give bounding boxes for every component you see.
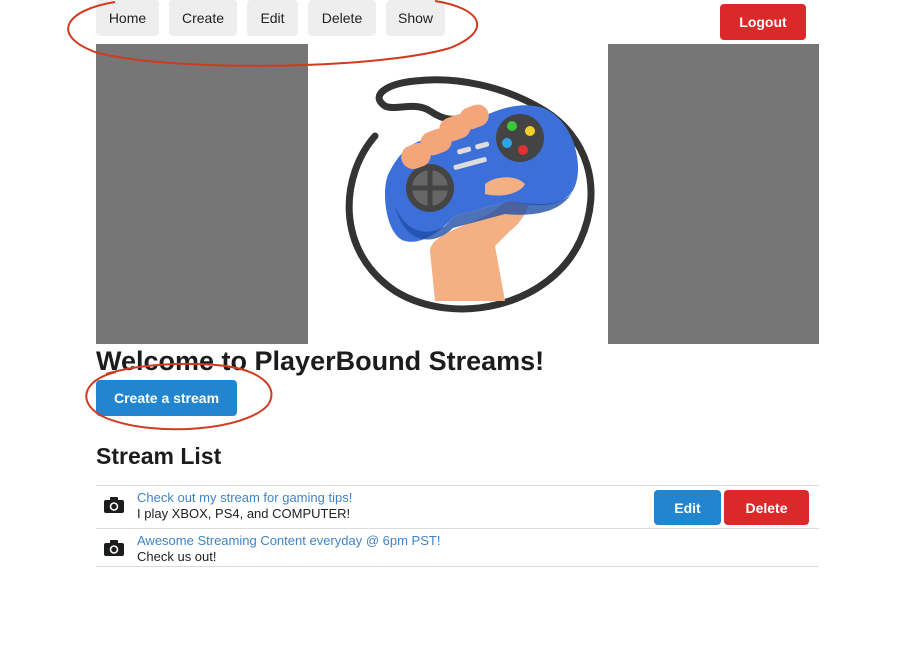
page-title: Welcome to PlayerBound Streams! xyxy=(96,346,545,376)
stream-list: Check out my stream for gaming tips! I p… xyxy=(96,485,819,567)
left-image-placeholder xyxy=(96,44,308,344)
stream-delete-button[interactable]: Delete xyxy=(724,490,809,525)
camera-icon xyxy=(104,540,124,556)
nav-create-button[interactable]: Create xyxy=(169,0,237,36)
stream-list-item: Check out my stream for gaming tips! I p… xyxy=(96,485,819,528)
nav-show-button[interactable]: Show xyxy=(386,0,445,36)
camera-icon xyxy=(104,497,124,513)
nav-edit-button[interactable]: Edit xyxy=(247,0,298,36)
stream-title-link[interactable]: Check out my stream for gaming tips! xyxy=(137,490,352,505)
nav-home-button[interactable]: Home xyxy=(96,0,159,36)
stream-description: Check us out! xyxy=(137,549,217,564)
create-stream-button[interactable]: Create a stream xyxy=(96,380,237,416)
stream-title-link[interactable]: Awesome Streaming Content everyday @ 6pm… xyxy=(137,533,440,548)
right-image-placeholder xyxy=(608,44,819,344)
logout-button[interactable]: Logout xyxy=(720,4,806,40)
nav-delete-button[interactable]: Delete xyxy=(308,0,376,36)
stream-list-title: Stream List xyxy=(96,443,222,469)
gamepad-logo-icon xyxy=(345,76,595,313)
stream-description: I play XBOX, PS4, and COMPUTER! xyxy=(137,506,351,521)
stream-edit-button[interactable]: Edit xyxy=(654,490,721,525)
stream-list-item: Awesome Streaming Content everyday @ 6pm… xyxy=(96,528,819,567)
